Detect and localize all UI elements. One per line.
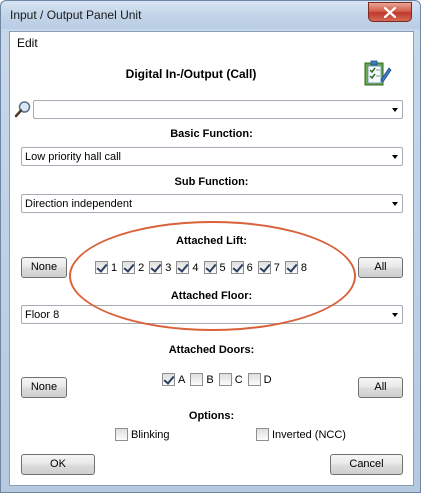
attached-floor-label: Attached Floor:: [170, 290, 253, 302]
option-blinking[interactable]: Blinking: [115, 428, 170, 441]
lift-checkbox-label: 7: [273, 261, 280, 274]
lift-checkbox[interactable]: [122, 261, 136, 274]
title-bar[interactable]: Input / Output Panel Unit: [1, 1, 420, 29]
door-checkbox[interactable]: [162, 373, 175, 386]
basic-function-label: Basic Function:: [170, 128, 253, 140]
basic-function-select[interactable]: Low priority hall call: [21, 147, 403, 166]
lift-checkbox-label: 5: [219, 261, 226, 274]
lift-checkbox[interactable]: [95, 261, 108, 274]
door-checkbox-label: C: [234, 373, 243, 386]
header-panel: Digital In-/Output (Call): [21, 56, 403, 92]
door-checkbox-label: B: [206, 373, 214, 386]
lift-checkbox-label: 4: [192, 261, 199, 274]
search-combobox[interactable]: [33, 100, 403, 119]
attached-floor-value: Floor 8: [25, 309, 60, 321]
lift-checkbox-label: 8: [300, 261, 307, 274]
chevron-down-icon: [392, 108, 398, 112]
lift-checkbox[interactable]: [284, 261, 298, 274]
lift-item-2[interactable]: 2: [122, 261, 144, 274]
dialog-window: Input / Output Panel Unit Edit Digital I…: [0, 0, 421, 493]
lift-checkbox[interactable]: [203, 261, 217, 274]
blinking-label: Blinking: [131, 428, 170, 441]
search-icon[interactable]: [14, 100, 32, 118]
lift-item-7[interactable]: 7: [257, 261, 280, 274]
cancel-button[interactable]: Cancel: [330, 454, 403, 475]
lift-checkbox[interactable]: [257, 261, 271, 274]
attached-lift-checkboxes: 1 2 3 4 5 6 7 8: [95, 261, 312, 274]
door-checkbox[interactable]: [190, 373, 204, 386]
door-item-c[interactable]: C: [218, 373, 243, 386]
lift-none-button[interactable]: None: [21, 257, 67, 278]
sub-function-select[interactable]: Direction independent: [21, 194, 403, 213]
doors-all-button[interactable]: All: [358, 377, 403, 398]
doors-none-button[interactable]: None: [21, 377, 67, 398]
lift-checkbox-label: 6: [246, 261, 253, 274]
attached-doors-label: Attached Doors:: [168, 344, 255, 356]
inverted-label: Inverted (NCC): [272, 428, 346, 441]
header-title: Digital In-/Output (Call): [125, 67, 257, 81]
door-checkbox-label: A: [178, 373, 186, 386]
lift-item-3[interactable]: 3: [149, 261, 171, 274]
attached-floor-select[interactable]: Floor 8: [21, 305, 403, 324]
attached-lift-label: Attached Lift:: [176, 235, 247, 247]
menu-edit[interactable]: Edit: [17, 36, 38, 50]
attached-doors-checkboxes: A B C D: [162, 373, 277, 386]
lift-item-8[interactable]: 8: [284, 261, 307, 274]
lift-checkbox[interactable]: [230, 261, 244, 274]
menu-bar: Edit: [10, 32, 413, 52]
door-checkbox[interactable]: [247, 373, 261, 386]
blinking-checkbox[interactable]: [115, 428, 128, 441]
door-item-d[interactable]: D: [247, 373, 272, 386]
lift-item-4[interactable]: 4: [176, 261, 199, 274]
window-title: Input / Output Panel Unit: [10, 8, 142, 22]
door-checkbox-label: D: [263, 373, 272, 386]
sub-function-label: Sub Function:: [174, 176, 249, 188]
ok-button[interactable]: OK: [21, 454, 95, 475]
door-item-a[interactable]: A: [162, 373, 185, 386]
close-icon: [384, 6, 396, 18]
door-checkbox[interactable]: [218, 373, 232, 386]
door-item-b[interactable]: B: [190, 373, 214, 386]
lift-item-1[interactable]: 1: [95, 261, 117, 274]
lift-checkbox[interactable]: [176, 261, 190, 274]
checklist-icon: [364, 60, 392, 86]
lift-all-button[interactable]: All: [358, 257, 403, 278]
chevron-down-icon: [392, 202, 398, 206]
chevron-down-icon: [392, 313, 398, 317]
lift-checkbox-label: 2: [138, 261, 145, 274]
sub-function-value: Direction independent: [25, 198, 133, 210]
close-button[interactable]: [368, 2, 412, 22]
lift-item-5[interactable]: 5: [203, 261, 226, 274]
options-label: Options:: [188, 410, 235, 422]
lift-checkbox-label: 3: [165, 261, 172, 274]
lift-checkbox-label: 1: [111, 261, 118, 274]
lift-item-6[interactable]: 6: [230, 261, 253, 274]
lift-checkbox[interactable]: [149, 261, 163, 274]
inverted-checkbox[interactable]: [256, 428, 269, 441]
chevron-down-icon: [392, 155, 398, 159]
dialog-body: Edit Digital In-/Output (Call) Basic Fun…: [9, 31, 414, 486]
option-inverted[interactable]: Inverted (NCC): [256, 428, 346, 441]
basic-function-value: Low priority hall call: [25, 151, 121, 163]
